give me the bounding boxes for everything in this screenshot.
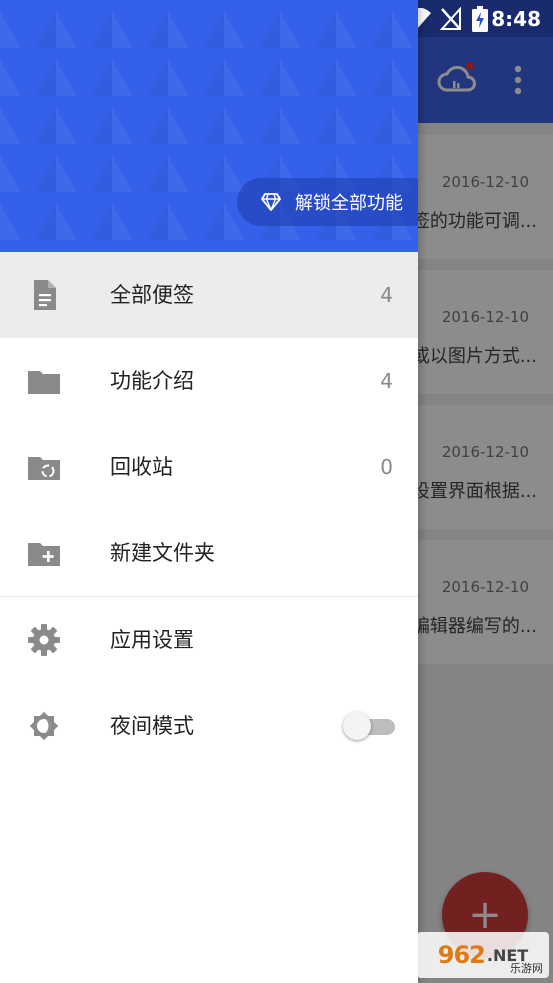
drawer-item-label: 全部便签 [110, 283, 194, 307]
recycle-folder-icon [28, 457, 60, 480]
night-mode-icon [29, 711, 59, 741]
drawer-item-new-folder[interactable]: 新建文件夹 [0, 510, 418, 596]
drawer-item-label: 应用设置 [110, 628, 194, 652]
no-signal-icon [440, 7, 461, 30]
unlock-all-features-button[interactable]: 解锁全部功能 [237, 178, 418, 226]
watermark-sub: 乐游网 [510, 962, 543, 975]
site-watermark: 962 .NET 乐游网 [417, 932, 549, 978]
night-mode-toggle[interactable] [343, 711, 395, 741]
drawer-item-all-notes[interactable]: 全部便签 4 [0, 252, 418, 338]
drawer-item-feature-intro[interactable]: 功能介绍 4 [0, 338, 418, 424]
drawer-item-label: 回收站 [110, 455, 173, 479]
watermark-number: 962 [437, 941, 486, 969]
drawer-item-app-settings[interactable]: 应用设置 [0, 597, 418, 683]
toggle-thumb [343, 712, 371, 740]
drawer-item-count: 0 [380, 455, 393, 479]
drawer-menu: 全部便签 4 功能介绍 4 回收站 0 新建文件夹 应用设置 夜间模式 [0, 252, 418, 769]
folder-icon [28, 371, 60, 394]
status-time: 8:48 [491, 7, 541, 31]
navigation-drawer: 解锁全部功能 全部便签 4 功能介绍 4 回收站 0 新建文件夹 应用设置 夜间… [0, 0, 418, 983]
unlock-label: 解锁全部功能 [295, 193, 403, 214]
drawer-item-count: 4 [380, 369, 393, 393]
diamond-icon [261, 193, 281, 211]
battery-charging-icon [472, 6, 488, 32]
gear-icon [28, 624, 60, 656]
drawer-item-label: 功能介绍 [110, 369, 194, 393]
drawer-item-night-mode[interactable]: 夜间模式 [0, 683, 418, 769]
drawer-item-recycle-bin[interactable]: 回收站 0 [0, 424, 418, 510]
drawer-item-label: 新建文件夹 [110, 541, 215, 565]
drawer-item-label: 夜间模式 [110, 714, 194, 738]
drawer-item-count: 4 [380, 283, 393, 307]
folder-add-icon [28, 543, 60, 566]
note-icon [34, 280, 56, 310]
